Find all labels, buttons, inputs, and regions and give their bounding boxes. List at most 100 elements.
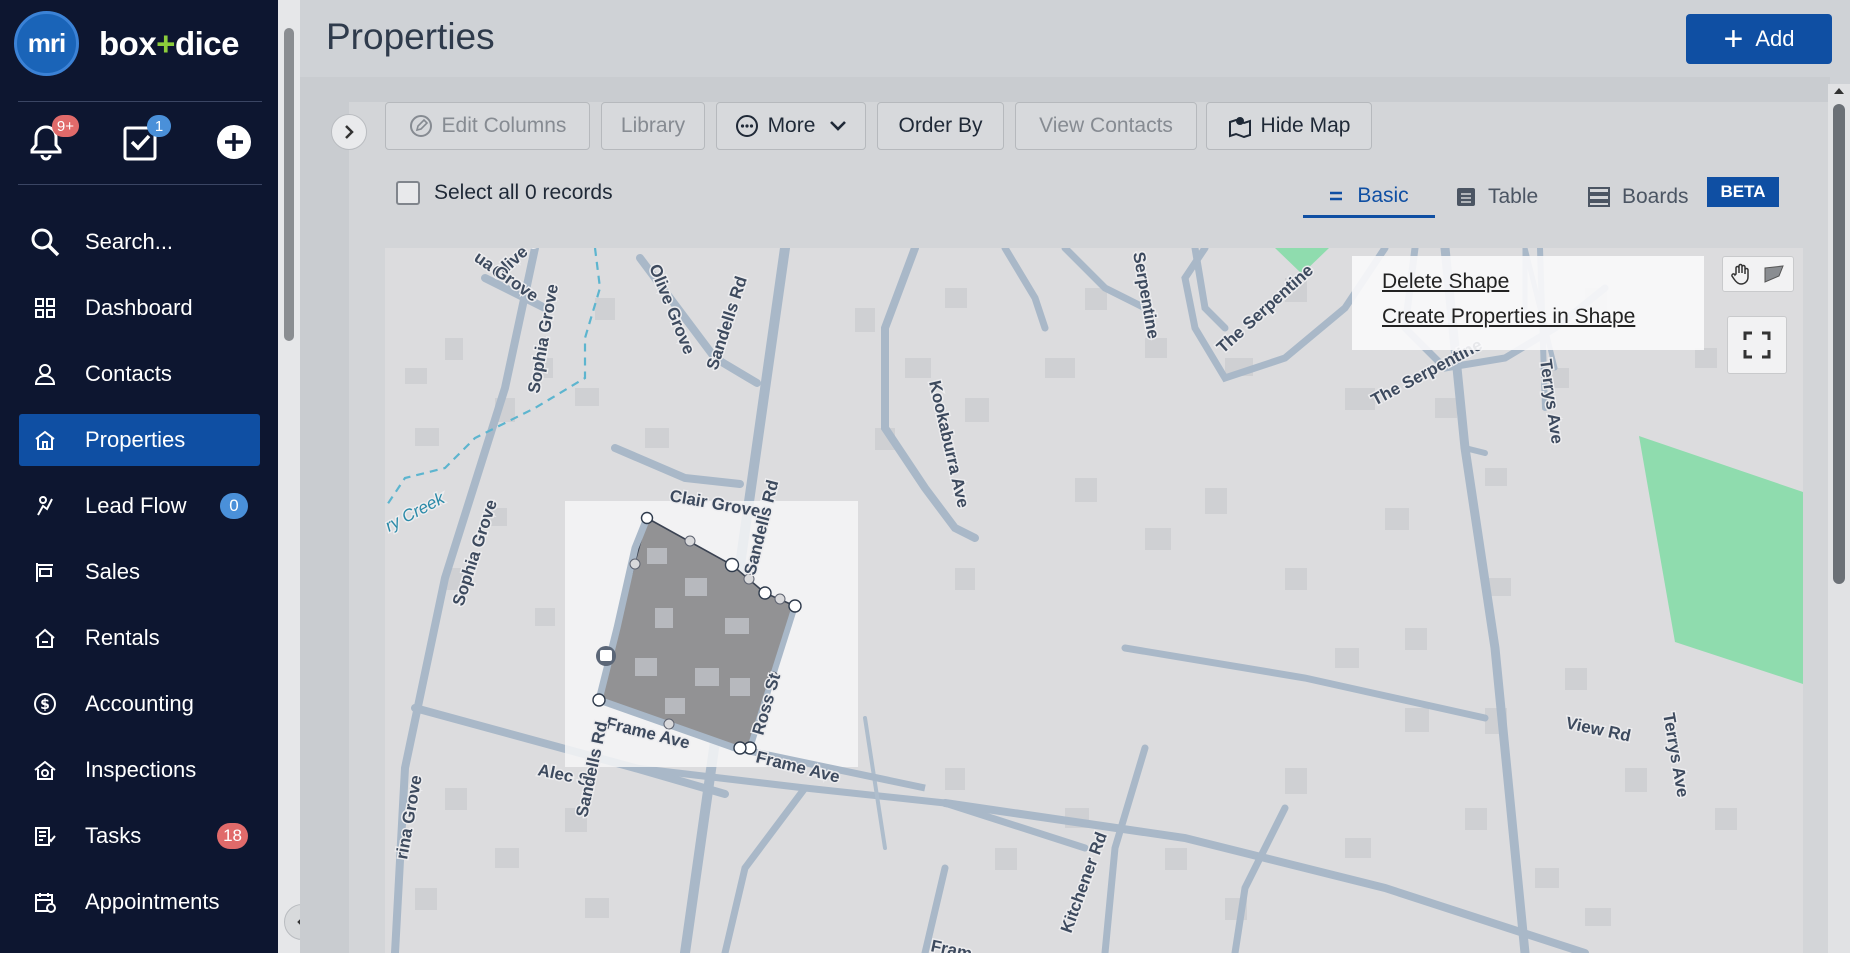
pencil-circle-icon	[409, 114, 433, 138]
sidebar-item-label: Contacts	[85, 361, 172, 386]
street-label: Fram	[929, 936, 974, 953]
tab-basic-label: Basic	[1357, 183, 1409, 207]
sidebar-item-lead-flow[interactable]: Lead Flow 0	[19, 480, 260, 532]
app-name-left: box	[99, 24, 157, 62]
scroll-up-arrow-icon[interactable]	[1828, 84, 1850, 98]
tab-table[interactable]: Table	[1456, 176, 1538, 218]
scrollbar-thumb[interactable]	[1833, 104, 1845, 584]
select-all[interactable]: Select all 0 records	[396, 181, 613, 205]
page-title: Properties	[326, 16, 495, 57]
add-button-label: Add	[1755, 26, 1795, 51]
sidebar-divider	[18, 184, 262, 185]
sidebar-item-dashboard[interactable]: Dashboard	[19, 282, 260, 334]
sidebar-item-rentals[interactable]: Rentals	[19, 612, 260, 664]
sidebar-item-properties[interactable]: Properties	[19, 414, 260, 466]
hand-pan-icon[interactable]	[1731, 262, 1753, 286]
edit-columns-button[interactable]: Edit Columns	[385, 102, 590, 150]
plus-circle-icon	[217, 125, 251, 159]
dollar-icon: $	[30, 689, 60, 719]
notifications-button[interactable]: 9+	[21, 115, 79, 167]
sidebar-item-label: Rentals	[85, 625, 160, 650]
sidebar-item-label: Appointments	[85, 889, 220, 914]
order-by-label: Order By	[898, 114, 983, 137]
lead-flow-badge: 0	[220, 493, 248, 519]
notifications-badge: 9+	[51, 115, 79, 137]
sidebar-item-label: Inspections	[85, 757, 197, 782]
creek-label: ry Creek	[385, 488, 449, 536]
quick-actions: 9+ 1	[0, 115, 278, 177]
fullscreen-button[interactable]	[1727, 316, 1787, 374]
view-contacts-label: View Contacts	[1039, 114, 1173, 137]
sidebar-item-appointments[interactable]: Appointments	[19, 876, 260, 928]
sidebar-item-label: Accounting	[85, 691, 194, 716]
more-dropdown[interactable]: More	[716, 102, 866, 150]
shape-context-menu: Delete Shape Create Properties in Shape	[1352, 256, 1704, 350]
person-icon	[30, 359, 60, 389]
street-label: Terrys Ave	[1659, 711, 1693, 798]
sidebar-item-inspections[interactable]: Inspections	[19, 744, 260, 796]
edit-columns-label: Edit Columns	[441, 114, 567, 137]
more-label: More	[767, 114, 816, 137]
sidebar-item-tasks[interactable]: Tasks 18	[19, 810, 260, 862]
svg-text:$: $	[40, 697, 50, 713]
library-label: Library	[620, 114, 686, 137]
order-by-button[interactable]: Order By	[877, 102, 1004, 150]
view-contacts-button[interactable]: View Contacts	[1015, 102, 1197, 150]
map-pin-icon	[1228, 114, 1252, 138]
map-draw-controls	[1722, 256, 1794, 292]
map-canvas[interactable]: Olive G ua Grove Olive Grove Sandells Rd…	[385, 248, 1803, 953]
page-scrollbar[interactable]	[1828, 84, 1850, 953]
chevron-right-icon	[345, 125, 354, 139]
street-label: Serpentine	[1129, 250, 1163, 340]
bus-stop-icon	[596, 646, 616, 666]
calendar-icon	[30, 887, 60, 917]
polygon-draw-icon[interactable]	[1763, 264, 1785, 284]
library-button[interactable]: Library	[601, 102, 705, 150]
chevron-down-icon	[829, 120, 847, 132]
select-all-label: Select all 0 records	[434, 181, 613, 204]
inspection-icon	[30, 755, 60, 785]
hide-map-button[interactable]: Hide Map	[1206, 102, 1372, 150]
street-label: Sandells Rd	[703, 274, 751, 372]
property-map[interactable]: Olive G ua Grove Olive Grove Sandells Rd…	[385, 248, 1803, 953]
street-label: Olive Grove	[645, 261, 698, 357]
sidebar-search[interactable]: Search...	[19, 216, 260, 268]
select-all-checkbox[interactable]	[396, 181, 420, 205]
street-label: View Rd	[1564, 713, 1632, 745]
sidebar: mri box+dice 9+ 1 Search... Dashboard Co…	[0, 0, 278, 953]
sidebar-scrollbar[interactable]	[278, 0, 300, 953]
fullscreen-icon	[1743, 331, 1771, 359]
app-name: box+dice	[99, 24, 240, 63]
hide-map-label: Hide Map	[1260, 114, 1351, 137]
create-properties-in-shape-link[interactable]: Create Properties in Shape	[1382, 305, 1635, 329]
brand-logo[interactable]: mri box+dice	[14, 11, 240, 76]
tab-basic[interactable]: Basic	[1303, 176, 1435, 218]
rental-home-icon	[30, 623, 60, 653]
mri-logo: mri	[14, 11, 79, 76]
app-name-plus: +	[156, 24, 175, 62]
leadflow-icon	[30, 491, 60, 521]
plus-icon: +	[1723, 20, 1744, 58]
search-icon	[30, 227, 60, 257]
sidebar-item-accounting[interactable]: $ Accounting	[19, 678, 260, 730]
tab-boards-label: Boards	[1622, 185, 1689, 208]
tasks-quick-badge: 1	[147, 115, 171, 137]
expand-filters-button[interactable]	[331, 114, 367, 150]
tasks-quick-button[interactable]: 1	[115, 115, 171, 167]
house-icon	[30, 425, 60, 455]
scrollbar-thumb[interactable]	[284, 28, 294, 341]
sidebar-item-contacts[interactable]: Contacts	[19, 348, 260, 400]
sidebar-item-sales[interactable]: Sales	[19, 546, 260, 598]
create-new-button[interactable]	[209, 117, 259, 167]
tab-boards[interactable]: Boards	[1588, 176, 1689, 218]
search-placeholder: Search...	[85, 229, 174, 254]
tasks-badge: 18	[217, 823, 248, 849]
tab-table-label: Table	[1488, 185, 1539, 208]
sign-icon	[30, 557, 60, 587]
grid-icon	[30, 293, 60, 323]
sidebar-item-label: Lead Flow	[85, 493, 187, 518]
add-button[interactable]: + Add	[1686, 14, 1832, 64]
delete-shape-link[interactable]: Delete Shape	[1382, 270, 1509, 294]
page-header: Properties + Add	[300, 0, 1850, 77]
list-icon	[1329, 190, 1343, 202]
